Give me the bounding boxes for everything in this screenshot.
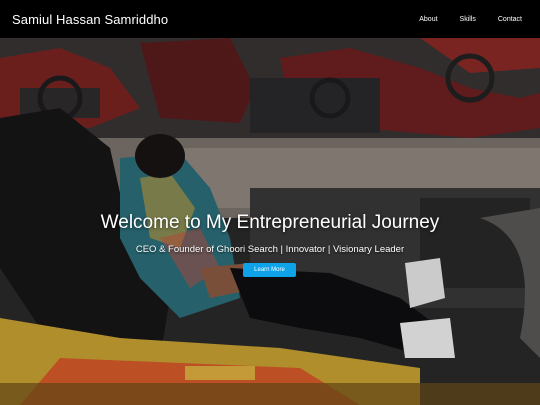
nav-link-skills[interactable]: Skills xyxy=(460,16,476,23)
nav-link-about[interactable]: About xyxy=(419,16,437,23)
nav-link-contact[interactable]: Contact xyxy=(498,16,522,23)
nav-menu: About Skills Contact xyxy=(397,16,522,23)
navbar: Samiul Hassan Samriddho About Skills Con… xyxy=(0,0,540,38)
learn-more-button[interactable]: Learn More xyxy=(243,263,296,277)
hero-title: Welcome to My Entrepreneurial Journey xyxy=(100,212,440,233)
hero-content: Welcome to My Entrepreneurial Journey CE… xyxy=(0,38,540,405)
hero-section: Welcome to My Entrepreneurial Journey CE… xyxy=(0,38,540,405)
hero-subtitle: CEO & Founder of Ghoori Search | Innovat… xyxy=(135,244,405,255)
site-brand[interactable]: Samiul Hassan Samriddho xyxy=(12,12,168,27)
page: Samiul Hassan Samriddho About Skills Con… xyxy=(0,0,540,405)
